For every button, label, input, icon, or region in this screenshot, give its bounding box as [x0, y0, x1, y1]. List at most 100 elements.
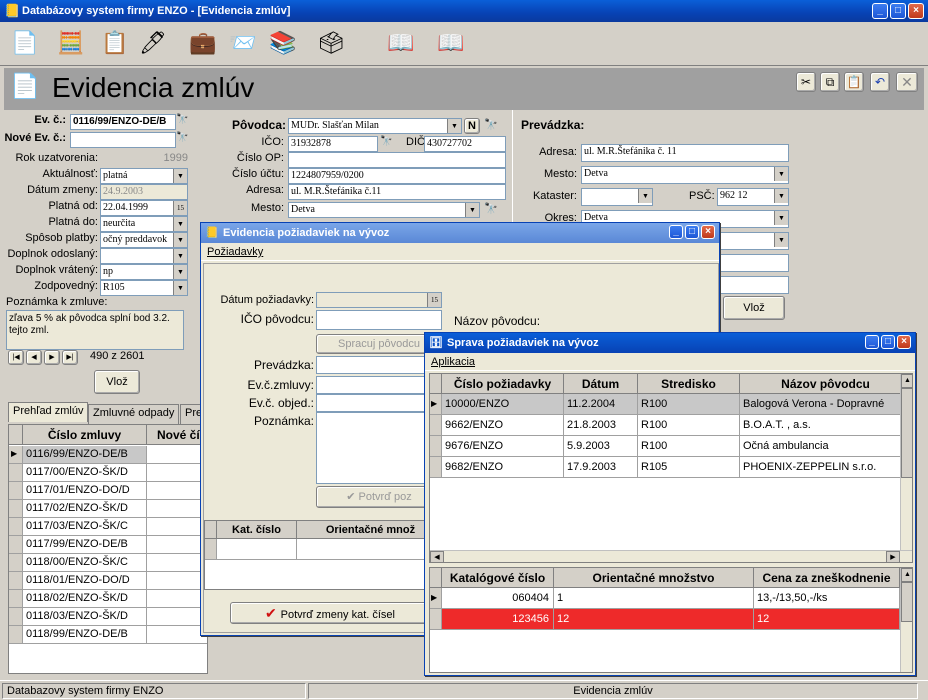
menu-aplikacia[interactable]: Aplikacia: [425, 353, 475, 371]
table-row[interactable]: Balogová Verona - Dopravné: [740, 394, 912, 415]
table-row[interactable]: [147, 464, 207, 482]
table-row[interactable]: 11.2.2004: [564, 394, 638, 415]
column-header[interactable]: Cena za zneškodnenie: [754, 568, 900, 588]
minimize-button[interactable]: _: [865, 335, 879, 349]
new-povodca-button[interactable]: N: [464, 118, 480, 134]
calculator-icon[interactable]: 🧮: [56, 28, 86, 58]
chevron-down-icon[interactable]: ▼: [173, 217, 187, 231]
close-button[interactable]: ×: [701, 225, 715, 239]
binoculars-icon[interactable]: 🔭: [176, 132, 188, 143]
scroll-right-button[interactable]: ▶: [886, 551, 900, 562]
chevron-down-icon[interactable]: ▼: [638, 189, 652, 203]
table-row[interactable]: 123456: [442, 609, 554, 630]
table-row[interactable]: 0117/00/ENZO-ŠK/D: [23, 464, 147, 482]
sposob-select[interactable]: očný preddavok ▼: [100, 232, 188, 248]
briefcase-icon[interactable]: 💼: [188, 28, 218, 58]
table-row[interactable]: 9682/ENZO: [442, 457, 564, 478]
cislo-uctu-field[interactable]: 1224807959/0200: [288, 168, 506, 184]
table-row[interactable]: 21.8.2003: [564, 415, 638, 436]
table-row[interactable]: [297, 539, 443, 560]
table-row[interactable]: 9662/ENZO: [442, 415, 564, 436]
binoculars-icon[interactable]: 🔭: [176, 114, 188, 125]
povodca-mesto-select[interactable]: Detva ▼: [288, 202, 480, 218]
close-button[interactable]: ×: [908, 3, 924, 19]
notepad-icon[interactable]: 📄: [10, 28, 40, 58]
table-row[interactable]: 12: [554, 609, 754, 630]
tab-zmluvne-odpady[interactable]: Zmluvné odpady: [88, 404, 180, 424]
table-row[interactable]: [217, 539, 297, 560]
column-header[interactable]: Orientačné množ: [297, 521, 443, 539]
calendar-icon[interactable]: 15: [427, 293, 441, 307]
column-header[interactable]: Číslo požiadavky: [442, 374, 564, 394]
scroll-left-button[interactable]: ◀: [430, 551, 444, 562]
close-button[interactable]: ×: [897, 335, 911, 349]
scroll-thumb[interactable]: [901, 388, 912, 478]
column-header[interactable]: Číslo zmluvy: [23, 425, 147, 445]
table-row[interactable]: 12: [754, 609, 900, 630]
chevron-down-icon[interactable]: ▼: [774, 167, 788, 181]
column-header[interactable]: Názov pôvodcu: [740, 374, 912, 394]
table-row[interactable]: 9676/ENZO: [442, 436, 564, 457]
chevron-down-icon[interactable]: ▼: [774, 233, 788, 247]
zodpovedny-select[interactable]: R105 ▼: [100, 280, 188, 296]
maximize-button[interactable]: □: [890, 3, 906, 19]
column-header[interactable]: Nové čí: [147, 425, 207, 445]
prevadzka-mesto-select[interactable]: Detva ▼: [581, 166, 789, 184]
potvrd-zmeny-kat-button[interactable]: ✔ Potvrď zmeny kat. čísel: [230, 602, 430, 624]
ico-field[interactable]: 31932878: [288, 136, 378, 152]
table-row[interactable]: [147, 500, 207, 518]
binoculars-icon[interactable]: 🔭: [380, 136, 392, 147]
last-record-button[interactable]: ▶|: [62, 350, 78, 365]
horizontal-scrollbar[interactable]: ◀ ▶: [430, 550, 912, 562]
chevron-down-icon[interactable]: ▼: [173, 281, 187, 295]
maximize-button[interactable]: □: [881, 335, 895, 349]
kataster-select[interactable]: ▼: [581, 188, 653, 206]
table-row[interactable]: [147, 482, 207, 500]
minimize-button[interactable]: _: [872, 3, 888, 19]
table-row[interactable]: R100: [638, 394, 740, 415]
table-row[interactable]: R100: [638, 415, 740, 436]
table-row[interactable]: 1: [554, 588, 754, 609]
table-row[interactable]: 0117/99/ENZO-DE/B: [23, 536, 147, 554]
povodca-adresa-field[interactable]: ul. M.R.Štefánika č.11: [288, 184, 506, 200]
column-header[interactable]: Stredisko: [638, 374, 740, 394]
chevron-down-icon[interactable]: ▼: [173, 169, 187, 183]
vloz-button[interactable]: Vlož: [94, 370, 140, 394]
table-row[interactable]: 13,-/13,50,-/ks: [754, 588, 900, 609]
table-row[interactable]: 10000/ENZO: [442, 394, 564, 415]
platna-do-select[interactable]: neurčita ▼: [100, 216, 188, 232]
platna-od-field[interactable]: 22.04.1999 15: [100, 200, 188, 216]
scroll-up-button[interactable]: ▲: [901, 568, 912, 582]
chevron-down-icon[interactable]: ▼: [173, 249, 187, 263]
maximize-button[interactable]: □: [685, 225, 699, 239]
table-row[interactable]: [147, 446, 207, 464]
table-row[interactable]: 0118/99/ENZO-DE/B: [23, 626, 147, 644]
table-row[interactable]: R100: [638, 436, 740, 457]
scroll-up-button[interactable]: ▲: [901, 374, 912, 388]
ico-povodcu-field[interactable]: [316, 310, 442, 330]
table-row[interactable]: [147, 536, 207, 554]
ev-c-field[interactable]: 0116/99/ENZO-DE/B: [70, 114, 176, 130]
clipboard-check-icon[interactable]: 📋: [100, 28, 130, 58]
vertical-scrollbar[interactable]: ▲: [900, 374, 912, 550]
table-row[interactable]: [147, 572, 207, 590]
chevron-down-icon[interactable]: ▼: [774, 189, 788, 203]
column-header[interactable]: Katalógové číslo: [442, 568, 554, 588]
psc-select[interactable]: 962 12 ▼: [717, 188, 789, 206]
poznamka-textarea[interactable]: zľava 5 % ak pôvodca splní bod 3.2. tejt…: [6, 310, 184, 350]
delete-button[interactable]: ✕: [896, 72, 918, 92]
binoculars-icon[interactable]: 🔭: [484, 202, 498, 215]
table-row[interactable]: 0118/03/ENZO-ŠK/D: [23, 608, 147, 626]
minimize-button[interactable]: _: [669, 225, 683, 239]
book-icon[interactable]: 📖: [386, 28, 416, 58]
table-row[interactable]: 060404: [442, 588, 554, 609]
table-row[interactable]: R105: [638, 457, 740, 478]
table-row[interactable]: [147, 626, 207, 644]
table-row[interactable]: [205, 539, 217, 560]
table-row[interactable]: 0116/99/ENZO-DE/B: [23, 446, 147, 464]
cut-button[interactable]: ✂: [796, 72, 816, 92]
table-row[interactable]: 0117/02/ENZO-ŠK/D: [23, 500, 147, 518]
table-row[interactable]: 5.9.2003: [564, 436, 638, 457]
table-row[interactable]: B.O.A.T. , a.s.: [740, 415, 912, 436]
book-open-icon[interactable]: 📖: [436, 28, 466, 58]
